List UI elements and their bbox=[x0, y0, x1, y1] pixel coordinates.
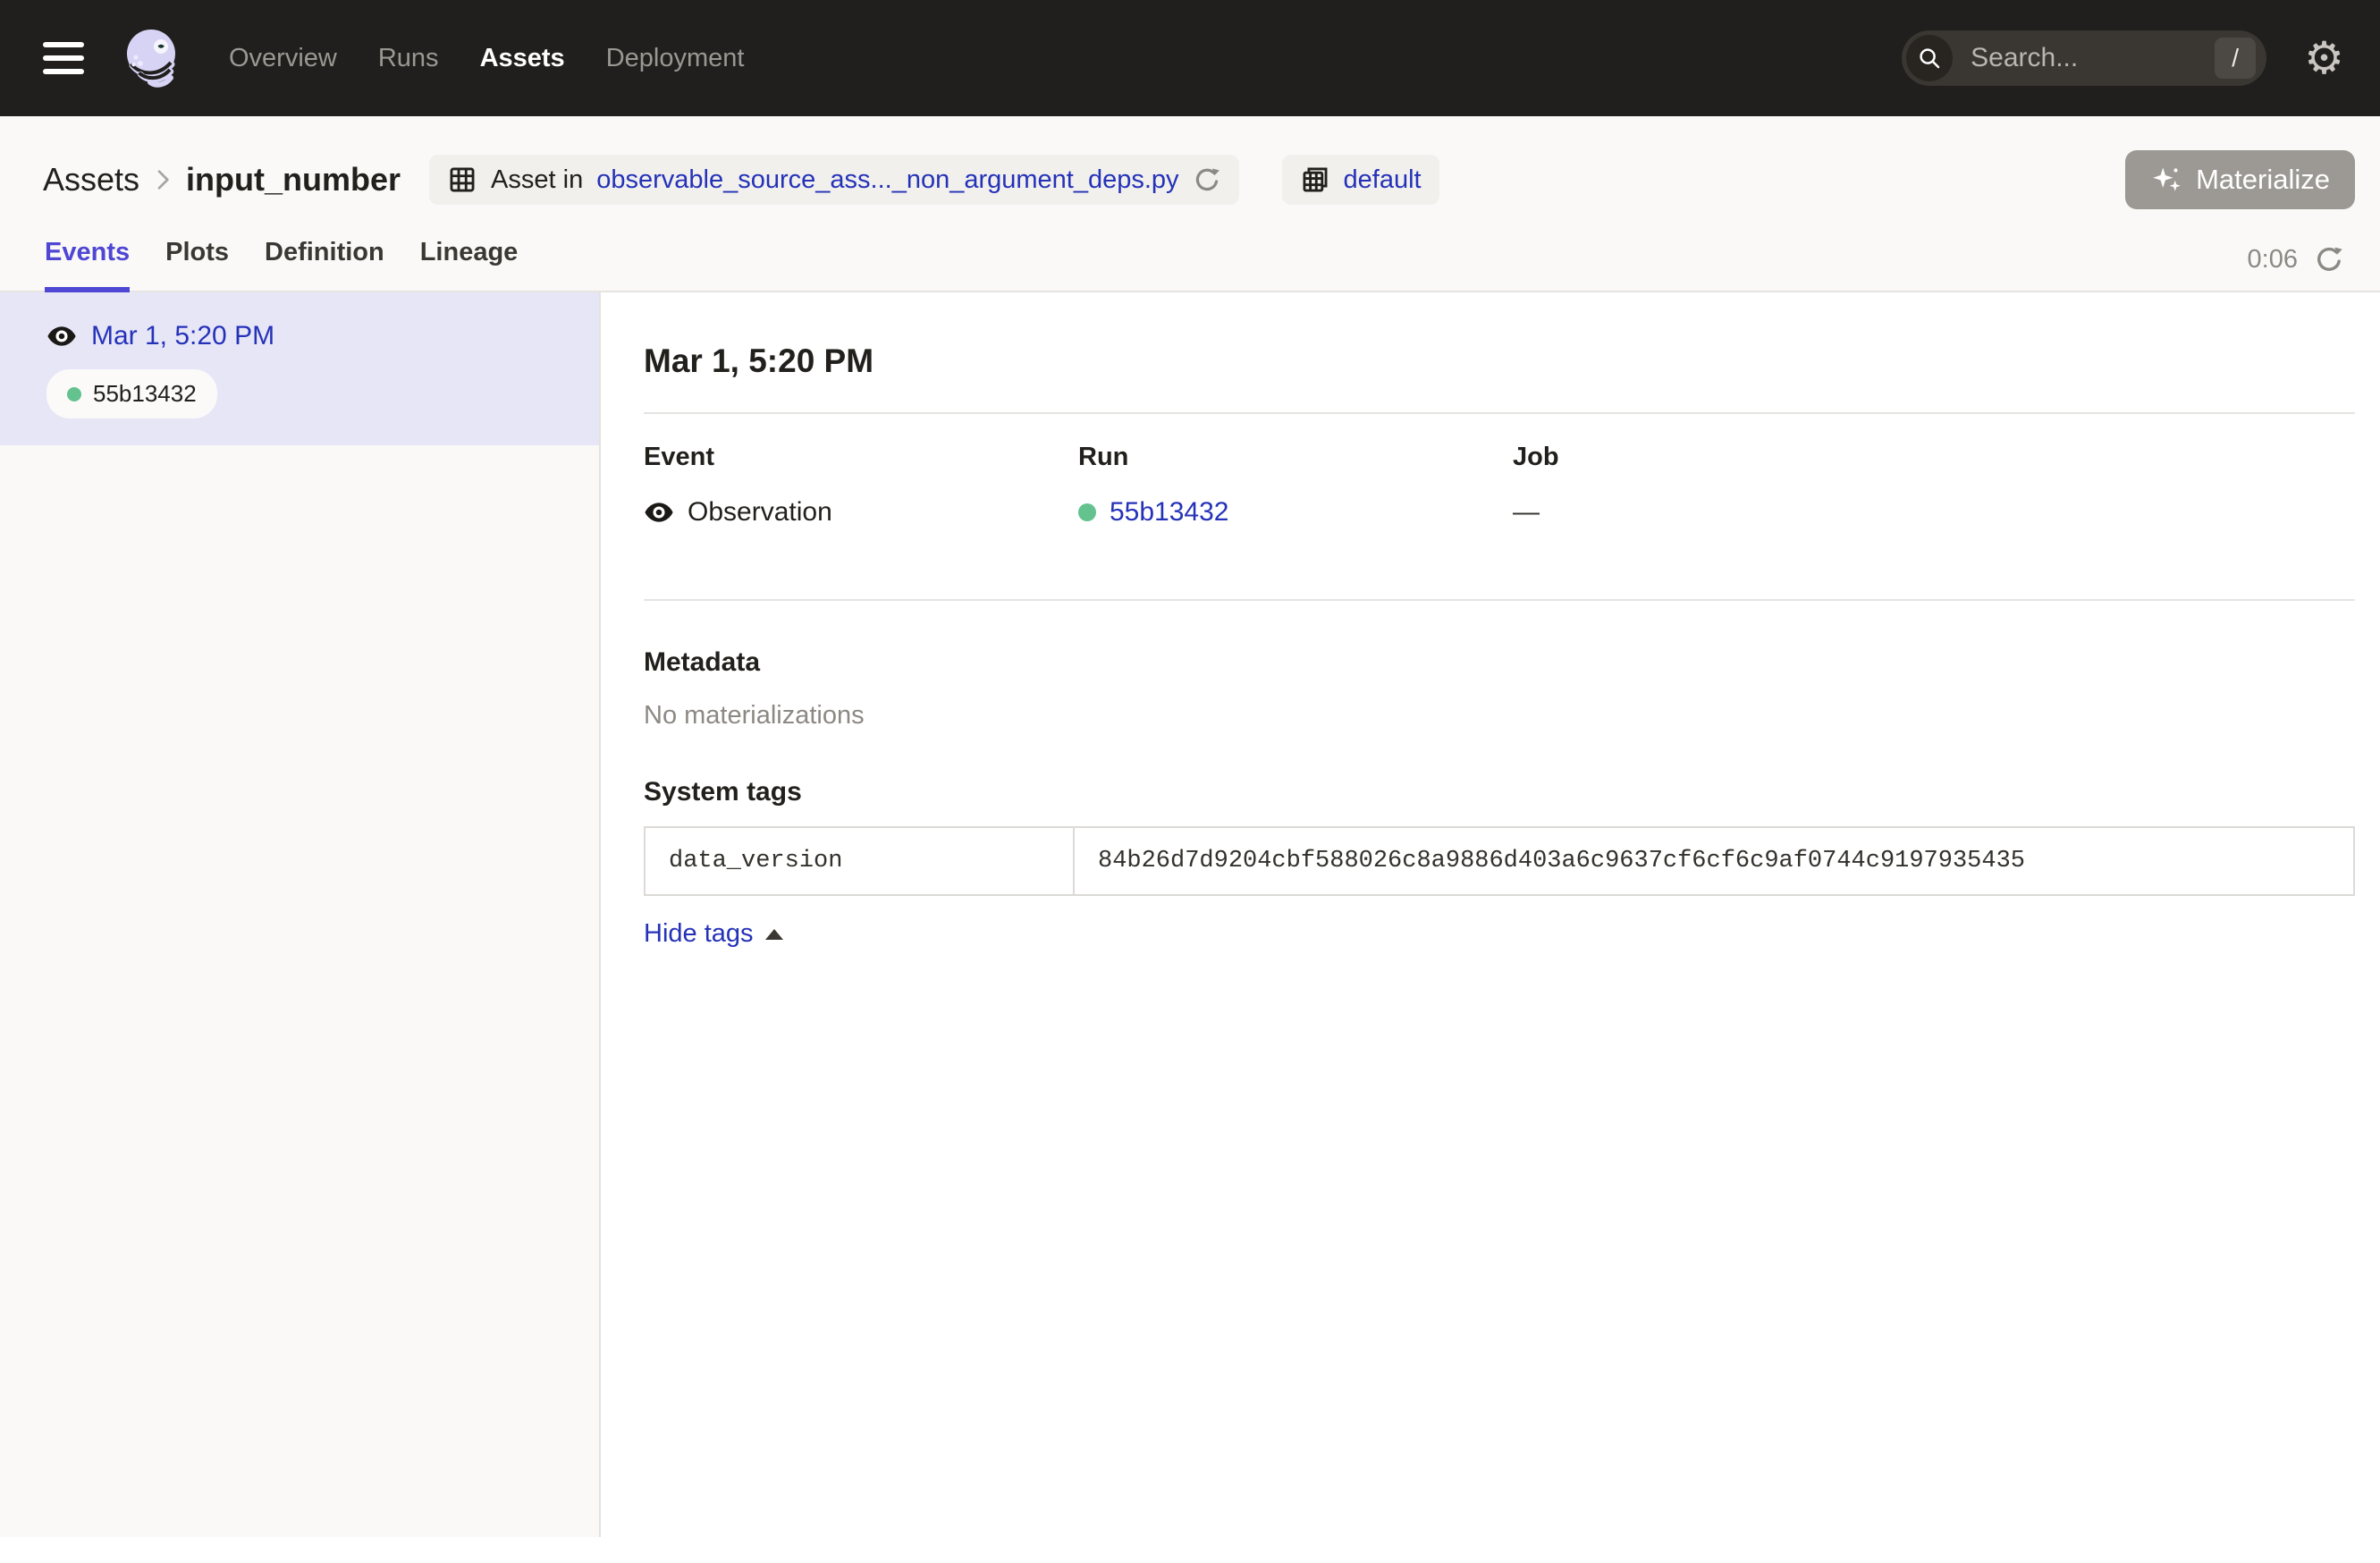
event-column: Event Observation bbox=[644, 443, 1078, 528]
sparkle-icon bbox=[2150, 164, 2182, 196]
breadcrumb: Assets input_number Asset in bbox=[0, 116, 2380, 209]
repo-default-link[interactable]: default bbox=[1344, 165, 1422, 195]
breadcrumb-assets-link[interactable]: Assets bbox=[43, 161, 139, 199]
tab-lineage[interactable]: Lineage bbox=[420, 238, 519, 292]
dagster-octopus-logo[interactable] bbox=[120, 24, 188, 92]
run-id-chip[interactable]: 55b13432 bbox=[46, 369, 217, 418]
event-detail-title: Mar 1, 5:20 PM bbox=[644, 342, 2355, 380]
refresh-countdown: 0:06 bbox=[2248, 245, 2298, 275]
system-tags-heading: System tags bbox=[644, 777, 2355, 807]
hamburger-menu-icon[interactable] bbox=[43, 42, 84, 74]
divider bbox=[644, 599, 2355, 601]
tab-plots[interactable]: Plots bbox=[165, 238, 229, 292]
nav-item-assets[interactable]: Assets bbox=[480, 44, 565, 73]
tab-events[interactable]: Events bbox=[45, 238, 130, 292]
event-summary-row: Event Observation Run bbox=[644, 443, 2355, 528]
run-status-dot bbox=[1078, 503, 1096, 521]
code-location-link[interactable]: observable_source_ass..._non_argument_de… bbox=[596, 165, 1178, 195]
tag-value-cell: 84b26d7d9204cbf588026c8a9886d403a6c9637c… bbox=[1074, 827, 2354, 895]
nav-item-runs[interactable]: Runs bbox=[378, 44, 439, 73]
repo-grid-icon bbox=[1300, 165, 1330, 195]
asset-location-prefix: Asset in bbox=[491, 165, 583, 195]
event-timestamp-link[interactable]: Mar 1, 5:20 PM bbox=[91, 321, 274, 351]
run-id-link[interactable]: 55b13432 bbox=[1110, 497, 1228, 528]
event-list-sidebar: Mar 1, 5:20 PM 55b13432 bbox=[0, 292, 601, 1537]
repo-pill: default bbox=[1282, 155, 1439, 205]
tab-definition[interactable]: Definition bbox=[265, 238, 384, 292]
event-type-value: Observation bbox=[688, 497, 832, 528]
job-empty-value: — bbox=[1513, 497, 1540, 528]
observation-eye-icon bbox=[46, 321, 77, 351]
refresh-icon[interactable] bbox=[2314, 244, 2344, 275]
observation-eye-icon bbox=[644, 497, 674, 528]
search-placeholder: Search... bbox=[1971, 43, 2215, 73]
event-column-label: Event bbox=[644, 443, 1078, 472]
event-detail-panel: Mar 1, 5:20 PM Event Observation bbox=[601, 292, 2380, 1537]
metadata-heading: Metadata bbox=[644, 647, 2355, 678]
run-column-label: Run bbox=[1078, 443, 1513, 472]
reload-definitions-icon[interactable] bbox=[1193, 165, 1221, 194]
search-input[interactable]: Search... / bbox=[1902, 30, 2266, 86]
run-column: Run 55b13432 bbox=[1078, 443, 1513, 528]
search-shortcut-badge: / bbox=[2215, 38, 2256, 79]
nav-item-overview[interactable]: Overview bbox=[229, 44, 337, 73]
page-title: input_number bbox=[186, 161, 401, 199]
caret-up-icon bbox=[765, 929, 783, 940]
materialize-button[interactable]: Materialize bbox=[2125, 150, 2355, 209]
materialize-label: Materialize bbox=[2196, 164, 2330, 196]
metadata-empty-text: No materializations bbox=[644, 701, 2355, 731]
table-grid-icon bbox=[447, 165, 477, 195]
gear-icon[interactable]: ⚙ bbox=[2304, 36, 2344, 80]
run-status-dot bbox=[67, 387, 81, 401]
tab-bar: Events Plots Definition Lineage 0:06 bbox=[0, 209, 2380, 292]
divider bbox=[644, 412, 2355, 414]
system-tags-table: data_version 84b26d7d9204cbf588026c8a988… bbox=[644, 826, 2355, 896]
asset-header: Assets input_number Asset in bbox=[0, 116, 2380, 292]
event-list-item[interactable]: Mar 1, 5:20 PM 55b13432 bbox=[0, 292, 599, 445]
nav-item-deployment[interactable]: Deployment bbox=[606, 44, 745, 73]
asset-location-pill: Asset in observable_source_ass..._non_ar… bbox=[429, 155, 1239, 205]
job-column: Job — bbox=[1513, 443, 1947, 528]
tag-key-cell: data_version bbox=[645, 827, 1074, 895]
run-id-label: 55b13432 bbox=[93, 380, 197, 408]
content-area: Mar 1, 5:20 PM 55b13432 Mar 1, 5:20 PM E… bbox=[0, 292, 2380, 1537]
dagster-app: Overview Runs Assets Deployment Search..… bbox=[0, 0, 2380, 1537]
primary-nav: Overview Runs Assets Deployment bbox=[229, 44, 744, 73]
hide-tags-label: Hide tags bbox=[644, 919, 754, 949]
chevron-right-icon bbox=[148, 165, 177, 194]
top-nav-bar: Overview Runs Assets Deployment Search..… bbox=[0, 0, 2380, 116]
table-row: data_version 84b26d7d9204cbf588026c8a988… bbox=[645, 827, 2354, 895]
job-column-label: Job bbox=[1513, 443, 1947, 472]
search-icon bbox=[1906, 35, 1953, 81]
hide-tags-toggle[interactable]: Hide tags bbox=[644, 919, 783, 949]
auto-refresh-timer: 0:06 bbox=[2248, 244, 2344, 291]
